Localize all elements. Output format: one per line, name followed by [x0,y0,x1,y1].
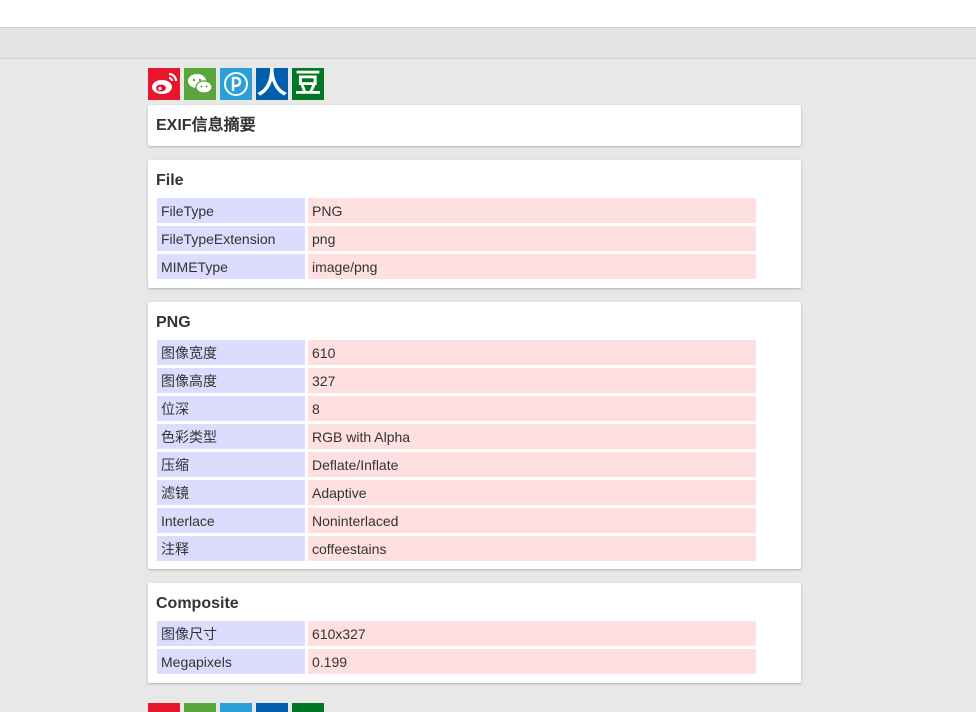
qzone-share-button[interactable] [220,703,252,712]
row-key: Interlace [157,508,308,533]
row-key: 图像尺寸 [157,621,308,646]
row-key: MIMEType [157,254,308,279]
weibo-icon [152,72,178,94]
row-key: 压缩 [157,452,308,477]
table-row: 压缩 Deflate/Inflate [157,452,756,477]
composite-table: 图像尺寸 610x327 Megapixels 0.199 [157,618,756,677]
share-toolbar-bottom [148,703,324,712]
table-row: Interlace Noninterlaced [157,508,756,533]
row-key: 注释 [157,536,308,561]
share-toolbar-top: 人 豆 [148,68,324,100]
table-row: 图像尺寸 610x327 [157,621,756,646]
row-value: RGB with Alpha [308,424,756,449]
composite-section: Composite 图像尺寸 610x327 Megapixels 0.199 [148,583,801,683]
table-row: 图像宽度 610 [157,340,756,365]
douban-icon: 豆 [294,69,321,99]
douban-share-button[interactable] [292,703,324,712]
page-title: EXIF信息摘要 [156,117,256,134]
exif-summary-panel: EXIF信息摘要 [148,105,801,146]
row-value: 610x327 [308,621,756,646]
renren-icon: 人 [257,66,287,101]
row-value: Adaptive [308,480,756,505]
weibo-share-button[interactable] [148,68,180,100]
row-value: image/png [308,254,756,279]
row-value: Deflate/Inflate [308,452,756,477]
row-value: 327 [308,368,756,393]
row-key: 位深 [157,396,308,421]
row-key: 图像宽度 [157,340,308,365]
png-section: PNG 图像宽度 610 图像高度 327 位深 8 色彩类型 RGB with… [148,302,801,569]
png-table: 图像宽度 610 图像高度 327 位深 8 色彩类型 RGB with Alp… [157,337,756,564]
row-value: 8 [308,396,756,421]
renren-share-button[interactable]: 人 [256,68,288,100]
composite-section-title: Composite [156,595,239,612]
row-value: png [308,226,756,251]
table-row: FileType PNG [157,198,756,223]
file-table: FileType PNG FileTypeExtension png MIMET… [157,195,756,282]
table-row: 注释 coffeestains [157,536,756,561]
wechat-share-button[interactable] [184,68,216,100]
table-row: 滤镜 Adaptive [157,480,756,505]
navigation-bar [0,28,976,59]
file-section: File FileType PNG FileTypeExtension png … [148,160,801,288]
qzone-share-button[interactable] [220,68,252,100]
row-key: 图像高度 [157,368,308,393]
table-row: 图像高度 327 [157,368,756,393]
table-row: Megapixels 0.199 [157,649,756,674]
table-row: 色彩类型 RGB with Alpha [157,424,756,449]
wechat-icon [188,74,213,94]
row-key: 色彩类型 [157,424,308,449]
png-section-title: PNG [156,314,191,331]
row-value: 610 [308,340,756,365]
douban-share-button[interactable]: 豆 [292,68,324,100]
browser-top-bar [0,0,976,28]
qzone-icon [224,72,248,96]
renren-share-button[interactable] [256,703,288,712]
row-value: Noninterlaced [308,508,756,533]
file-section-title: File [156,172,184,189]
row-key: FileTypeExtension [157,226,308,251]
weibo-share-button[interactable] [148,703,180,712]
table-row: MIMEType image/png [157,254,756,279]
row-key: FileType [157,198,308,223]
row-value: 0.199 [308,649,756,674]
row-value: coffeestains [308,536,756,561]
row-key: 滤镜 [157,480,308,505]
table-row: 位深 8 [157,396,756,421]
row-value: PNG [308,198,756,223]
table-row: FileTypeExtension png [157,226,756,251]
wechat-share-button[interactable] [184,703,216,712]
row-key: Megapixels [157,649,308,674]
